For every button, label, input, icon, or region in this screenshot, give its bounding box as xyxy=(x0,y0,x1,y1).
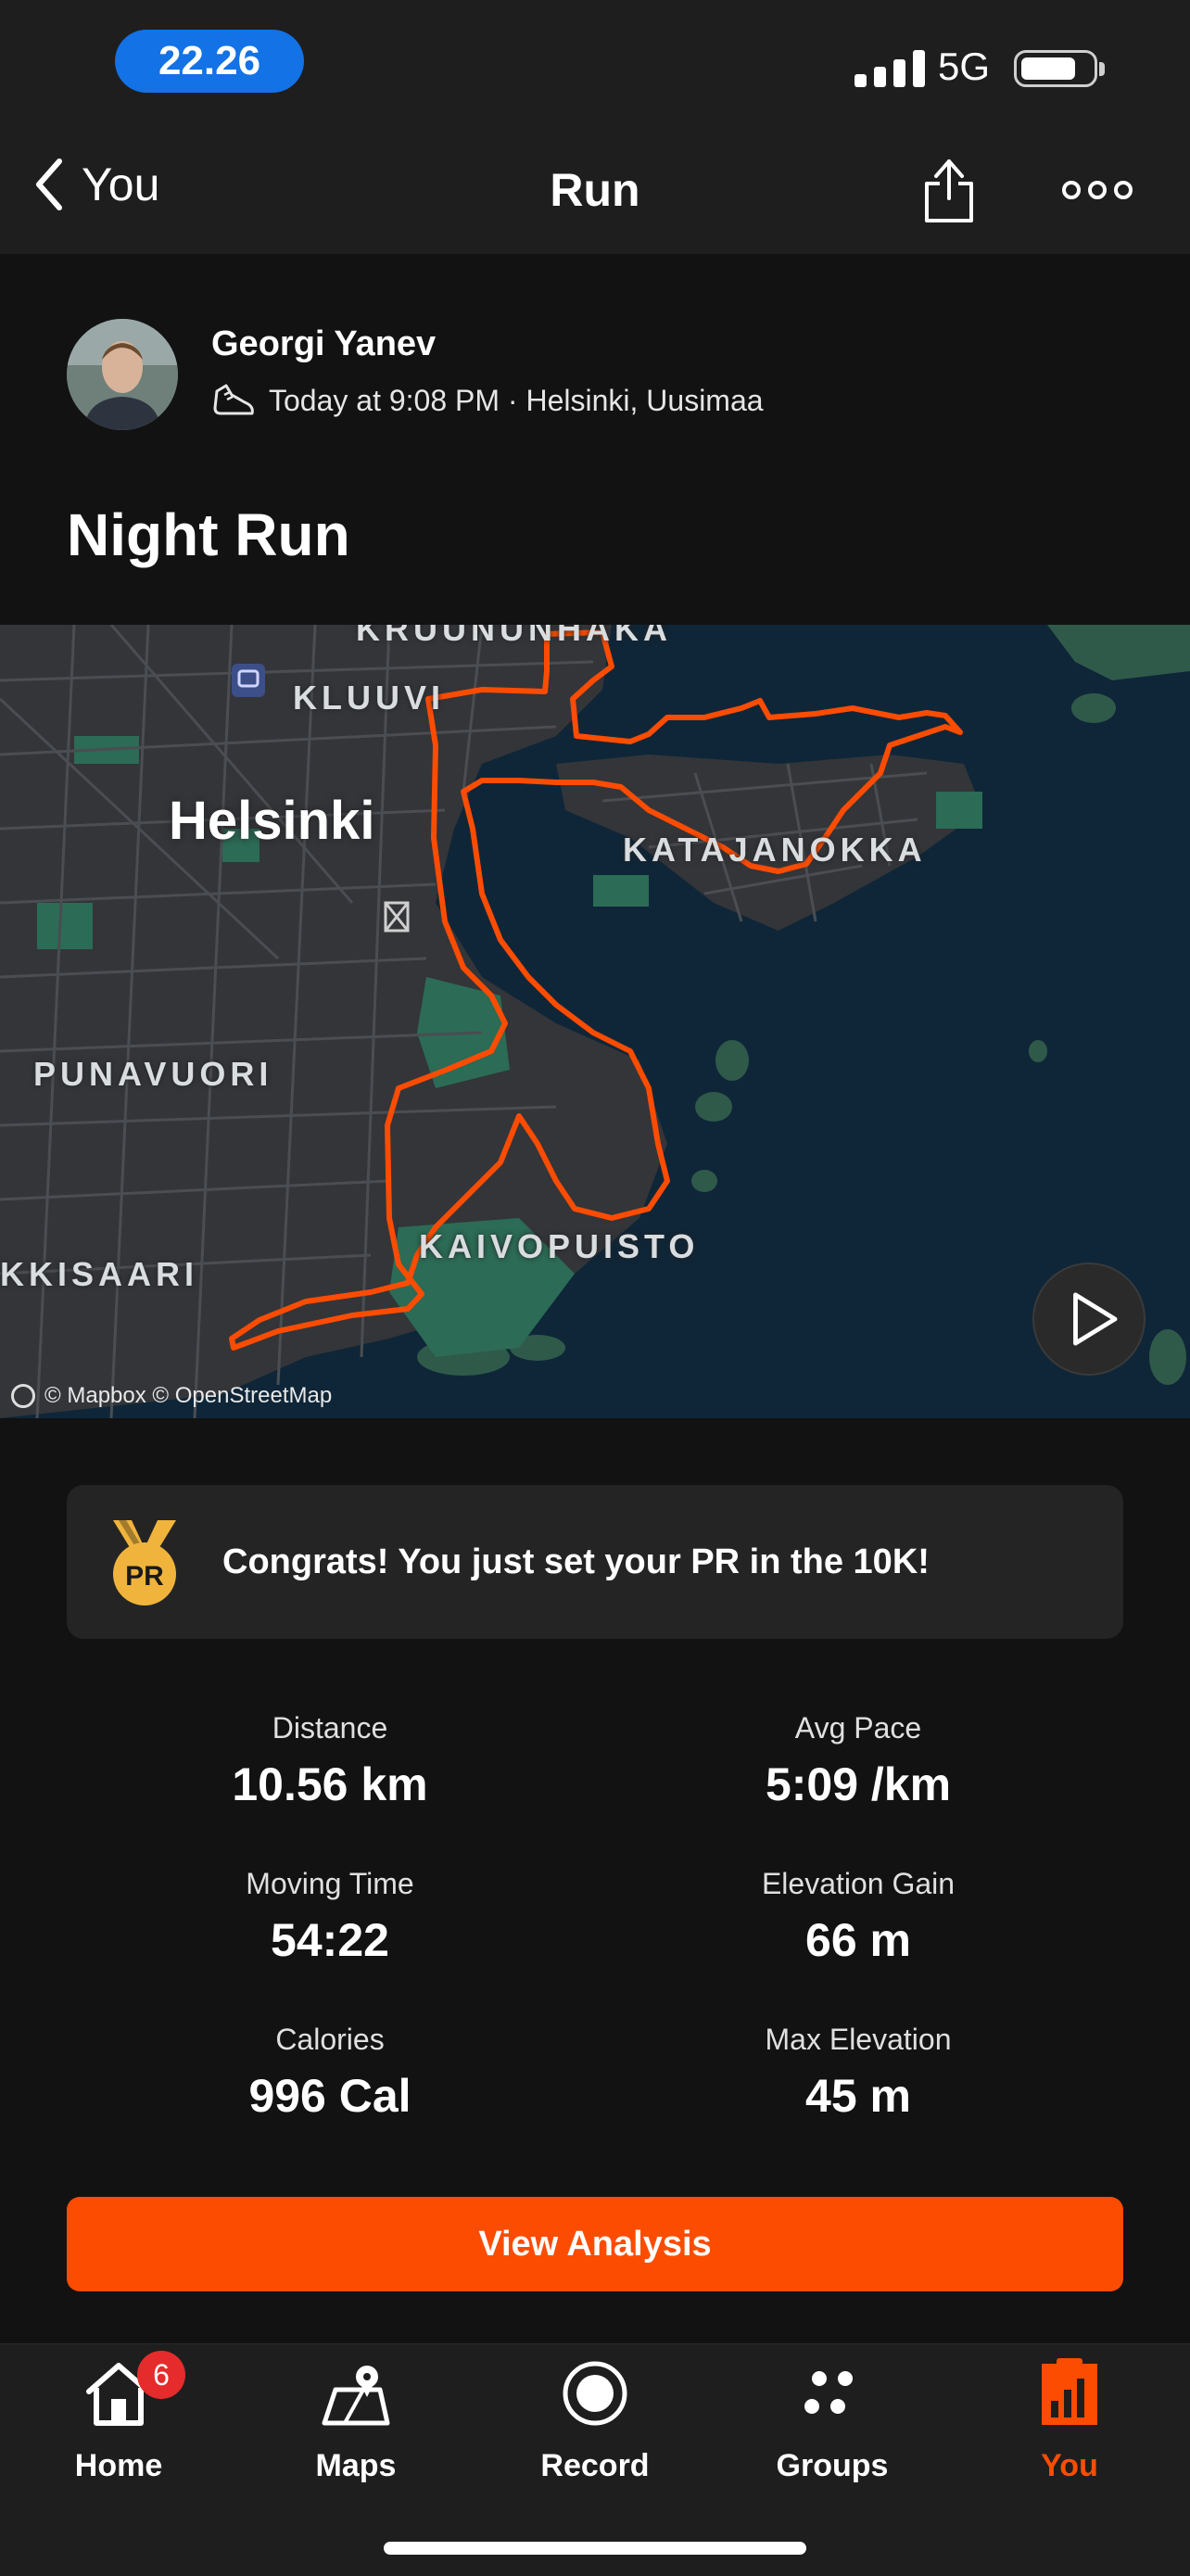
play-flyover-button[interactable] xyxy=(1032,1263,1146,1376)
tab-groups-label: Groups xyxy=(776,2448,889,2483)
map-label-city: Helsinki xyxy=(169,791,375,851)
pr-message: Congrats! You just set your PR in the 10… xyxy=(222,1542,930,1581)
tab-you[interactable]: You xyxy=(977,2356,1162,2484)
map-label-ruoholahti: KKISAARI xyxy=(0,1255,199,1293)
map-attribution[interactable]: © Mapbox © OpenStreetMap xyxy=(11,1383,332,1409)
stat-label-distance: Distance xyxy=(272,1711,388,1745)
nav-bar xyxy=(0,130,1190,254)
athlete-name[interactable]: Georgi Yanev xyxy=(211,324,436,364)
attribution-text: © Mapbox © OpenStreetMap xyxy=(44,1383,333,1408)
battery-cap xyxy=(1099,62,1105,76)
route-map[interactable]: KRUUNUNHAKA KLUUVI Helsinki KATAJANOKKA … xyxy=(0,625,1190,1418)
mapbox-logo-icon xyxy=(11,1384,35,1408)
groups-icon xyxy=(804,2371,853,2414)
record-icon xyxy=(563,2361,627,2426)
activity-title: Night Run xyxy=(67,501,350,568)
stat-value-max-elevation: 45 m xyxy=(805,2070,911,2122)
stat-value-elevation-gain: 66 m xyxy=(805,1914,911,1966)
view-analysis-button[interactable]: View Analysis xyxy=(67,2197,1123,2291)
map-label-katajanokka: KATAJANOKKA xyxy=(623,831,927,869)
stat-label-elevation-gain: Elevation Gain xyxy=(761,1867,956,1900)
shoe-icon xyxy=(213,384,254,415)
activity-meta: Today at 9:08 PM · Helsinki, Uusimaa xyxy=(211,382,764,419)
tab-maps[interactable]: Maps xyxy=(263,2356,449,2484)
stat-label-avg-pace: Avg Pace xyxy=(794,1711,922,1745)
map-label-punavuori: PUNAVUORI xyxy=(33,1055,273,1093)
stat-label-calories: Calories xyxy=(275,2023,385,2056)
back-button[interactable]: You xyxy=(33,158,159,211)
avatar[interactable] xyxy=(67,319,178,430)
tab-record[interactable]: Record xyxy=(502,2356,688,2484)
signal-icon xyxy=(855,50,925,87)
you-icon xyxy=(1042,2358,1097,2425)
activity-timestamp-location: Today at 9:08 PM · Helsinki, Uusimaa xyxy=(269,383,764,417)
pr-badge-text: PR xyxy=(125,1561,164,1592)
maps-icon xyxy=(322,2366,390,2426)
tab-maps-label: Maps xyxy=(315,2448,397,2483)
status-time: 22.26 xyxy=(115,30,304,93)
tab-home-label: Home xyxy=(74,2448,163,2483)
stat-label-max-elevation: Max Elevation xyxy=(765,2023,952,2056)
network-label: 5G xyxy=(938,44,991,88)
stat-value-avg-pace: 5:09 /km xyxy=(765,1758,952,1810)
stat-value-calories: 996 Cal xyxy=(248,2070,411,2122)
tab-groups[interactable]: Groups xyxy=(740,2356,925,2484)
more-options-icon[interactable] xyxy=(1062,176,1133,204)
map-label-kruununhaka: KRUUNUNHAKA xyxy=(356,625,672,648)
stat-label-moving-time: Moving Time xyxy=(246,1867,414,1900)
back-label: You xyxy=(82,159,160,210)
map-canvas xyxy=(0,625,1190,1418)
stat-value-distance: 10.56 km xyxy=(232,1758,428,1810)
play-icon xyxy=(1073,1292,1118,1346)
map-label-kaivopuisto: KAIVOPUISTO xyxy=(419,1227,700,1265)
home-indicator[interactable] xyxy=(384,2542,806,2555)
notification-badge: 6 xyxy=(137,2351,185,2399)
tab-you-label: You xyxy=(1041,2448,1098,2483)
chevron-left-icon xyxy=(36,159,62,210)
map-label-kluuvi: KLUUVI xyxy=(293,679,445,717)
tab-record-label: Record xyxy=(540,2448,650,2483)
stat-value-moving-time: 54:22 xyxy=(271,1914,389,1966)
battery-icon xyxy=(1014,50,1097,87)
share-icon[interactable] xyxy=(921,156,977,224)
pr-medal-icon: PR xyxy=(113,1520,176,1605)
